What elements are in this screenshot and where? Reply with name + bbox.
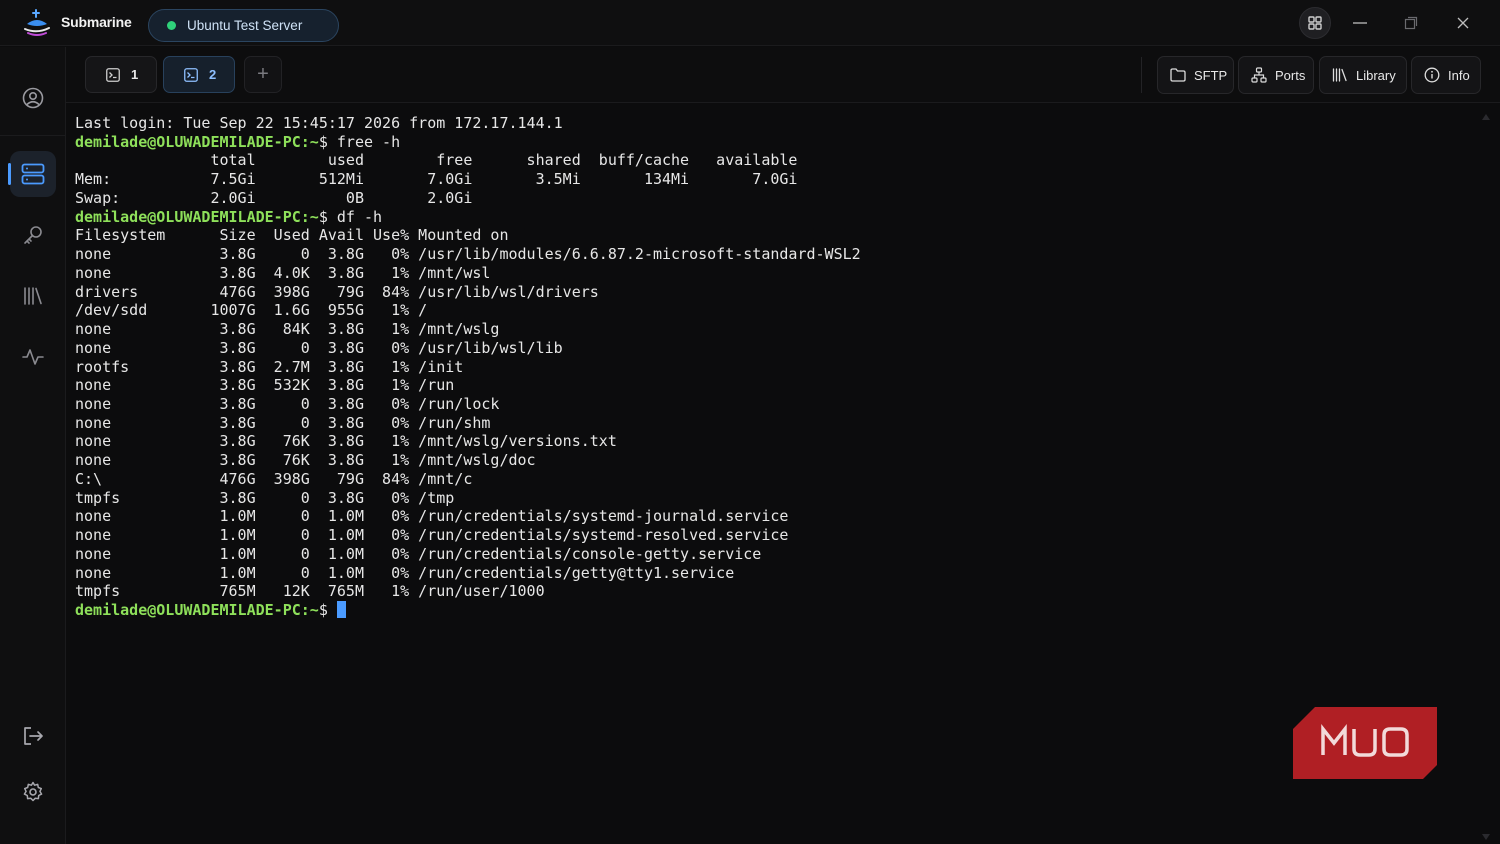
terminal-line: demilade@OLUWADEMILADE-PC:~$ df -h [75, 208, 861, 227]
shell-prompt: demilade@OLUWADEMILADE-PC:~ [75, 207, 319, 226]
sidebar-item-settings[interactable] [10, 769, 56, 815]
library-button[interactable]: Library [1319, 56, 1407, 94]
muo-watermark-logo [1293, 707, 1437, 779]
network-icon [1251, 67, 1267, 83]
terminal-line: none 1.0M 0 1.0M 0% /run/credentials/sys… [75, 526, 789, 545]
settings-icon [23, 781, 43, 802]
terminal-line: Last login: Tue Sep 22 15:45:17 2026 fro… [75, 114, 563, 132]
terminal-line: tmpfs 3.8G 0 3.8G 0% /tmp [75, 488, 455, 507]
session-tab-1[interactable]: 1 [85, 56, 157, 93]
servers-icon [21, 163, 45, 185]
sidebar-item-library[interactable] [10, 273, 56, 319]
terminal-line: none 3.8G 0 3.8G 0% /usr/lib/modules/6.6… [75, 245, 861, 264]
sidebar-item-monitoring[interactable] [10, 334, 56, 380]
terminal-line: Filesystem Size Used Avail Use% Mounted … [75, 226, 509, 245]
server-selector[interactable]: Ubuntu Test Server [148, 9, 339, 42]
terminal-icon [106, 67, 120, 82]
terminal-line: drivers 476G 398G 79G 84% /usr/lib/wsl/d… [75, 282, 599, 301]
folder-icon [1170, 68, 1186, 82]
activity-icon [22, 349, 44, 365]
terminal-line: total used free shared buff/cache availa… [75, 151, 798, 170]
layout-grid-button[interactable] [1299, 7, 1331, 39]
close-icon [1457, 17, 1469, 29]
terminal-line: none 1.0M 0 1.0M 0% /run/credentials/sys… [75, 507, 789, 526]
restore-icon [1404, 16, 1418, 30]
terminal-line: C:\ 476G 398G 79G 84% /mnt/c [75, 469, 473, 488]
minimize-icon [1353, 22, 1367, 24]
info-label: Info [1448, 67, 1470, 83]
library-icon [1332, 68, 1347, 82]
terminal-line: none 3.8G 0 3.8G 0% /usr/lib/wsl/lib [75, 338, 563, 357]
terminal-line: demilade@OLUWADEMILADE-PC:~$ [75, 601, 861, 620]
sidebar-item-logout[interactable] [10, 713, 56, 759]
terminal-line: none 3.8G 0 3.8G 0% /run/lock [75, 395, 500, 414]
sftp-label: SFTP [1194, 67, 1228, 83]
info-icon [1424, 67, 1440, 83]
ports-label: Ports [1275, 67, 1306, 83]
info-button[interactable]: Info [1411, 56, 1481, 94]
terminal-icon [184, 67, 198, 82]
terminal-line: demilade@OLUWADEMILADE-PC:~$ free -h [75, 133, 861, 152]
sftp-button[interactable]: SFTP [1157, 56, 1234, 94]
profile-icon [22, 87, 44, 109]
scroll-up-arrow-icon[interactable] [1482, 114, 1490, 120]
shell-prompt: demilade@OLUWADEMILADE-PC:~ [75, 601, 319, 620]
muo-logo-text [1321, 723, 1409, 757]
terminal-line: none 3.8G 0 3.8G 0% /run/shm [75, 413, 491, 432]
sidebar [0, 47, 66, 844]
terminal-line: none 1.0M 0 1.0M 0% /run/credentials/get… [75, 563, 735, 582]
terminal-line: none 3.8G 76K 3.8G 1% /mnt/wslg/versions… [75, 432, 617, 451]
toolbar-divider [1141, 57, 1142, 93]
close-button[interactable] [1447, 7, 1479, 39]
shell-prompt: demilade@OLUWADEMILADE-PC:~ [75, 132, 319, 151]
sidebar-item-keys[interactable] [10, 212, 56, 258]
app-name: Submarine [61, 14, 132, 30]
shell-command: $ df -h [318, 207, 383, 226]
title-bar: Submarine Ubuntu Test Server [0, 0, 1500, 46]
key-icon [24, 226, 42, 244]
terminal-pane[interactable]: Last login: Tue Sep 22 15:45:17 2026 fro… [66, 103, 1500, 844]
minimize-button[interactable] [1344, 7, 1376, 39]
terminal-line: none 3.8G 4.0K 3.8G 1% /mnt/wsl [75, 263, 491, 282]
submarine-logo-icon [24, 9, 50, 36]
maximize-button[interactable] [1395, 7, 1427, 39]
tab-label: 2 [209, 67, 217, 82]
sidebar-item-servers[interactable] [8, 151, 56, 197]
ports-button[interactable]: Ports [1238, 56, 1314, 94]
scroll-down-arrow-icon[interactable] [1482, 834, 1490, 840]
library-icon [24, 287, 42, 305]
library-label: Library [1356, 67, 1396, 83]
shell-command: $ [318, 601, 337, 620]
terminal-line: none 1.0M 0 1.0M 0% /run/credentials/con… [75, 544, 762, 563]
tab-label: 1 [131, 67, 139, 82]
session-tab-2[interactable]: 2 [163, 56, 235, 93]
logout-icon [24, 727, 43, 745]
terminal-line: Mem: 7.5Gi 512Mi 7.0Gi 3.5Mi 134Mi 7.0Gi [75, 170, 798, 189]
session-tab-bar: 1 2 + SFTP Ports Library Info [66, 47, 1500, 103]
terminal-line: Swap: 2.0Gi 0B 2.0Gi [75, 188, 473, 207]
terminal-line: none 3.8G 76K 3.8G 1% /mnt/wslg/doc [75, 451, 536, 470]
grid-icon [1308, 16, 1322, 30]
connection-status-dot [167, 21, 176, 30]
terminal-line: tmpfs 765M 12K 765M 1% /run/user/1000 [75, 582, 545, 601]
new-tab-button[interactable]: + [244, 56, 282, 93]
server-name: Ubuntu Test Server [187, 18, 303, 33]
shell-command: $ free -h [318, 132, 401, 151]
terminal-line: none 3.8G 84K 3.8G 1% /mnt/wslg [75, 320, 500, 339]
terminal-output: Last login: Tue Sep 22 15:45:17 2026 fro… [75, 114, 861, 620]
terminal-line: none 3.8G 532K 3.8G 1% /run [75, 376, 455, 395]
sidebar-item-profile[interactable] [10, 75, 56, 121]
sidebar-divider [0, 135, 66, 136]
terminal-cursor [336, 601, 346, 619]
plus-icon: + [257, 63, 269, 85]
terminal-line: /dev/sdd 1007G 1.6G 955G 1% / [75, 301, 428, 320]
terminal-line: rootfs 3.8G 2.7M 3.8G 1% /init [75, 357, 464, 376]
